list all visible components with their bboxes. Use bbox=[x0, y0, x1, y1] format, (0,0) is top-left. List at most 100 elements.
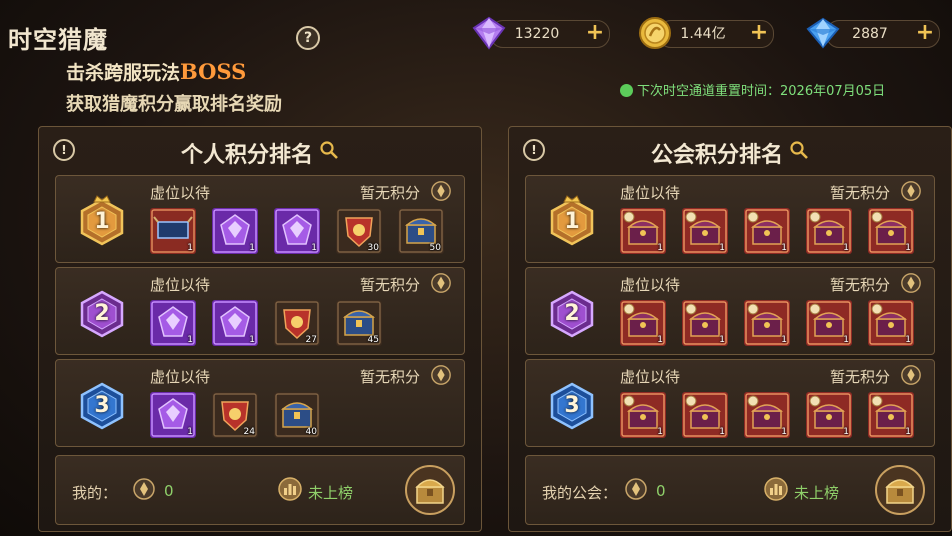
reward-item-red-chest-icon[interactable]: 1 bbox=[806, 208, 852, 254]
reward-item-purple-gem-icon[interactable]: 1 bbox=[212, 300, 258, 346]
currency-gold: 1.44亿 + bbox=[658, 20, 774, 48]
item-count: 1 bbox=[187, 243, 193, 253]
vacant-label: 虚位以待 bbox=[150, 276, 211, 294]
score-info-icon[interactable] bbox=[900, 180, 922, 202]
my-score-bar: 我的： 0 未上榜 bbox=[55, 455, 465, 525]
item-count: 1 bbox=[719, 243, 725, 253]
vacant-label: 虚位以待 bbox=[150, 184, 211, 202]
score-icon bbox=[132, 477, 156, 501]
rank-number: 1 bbox=[94, 209, 110, 234]
reward-item-purple-gem-icon[interactable]: 1 bbox=[150, 392, 196, 438]
reward-item-red-chest-icon[interactable]: 1 bbox=[620, 392, 666, 438]
item-count: 1 bbox=[187, 427, 193, 437]
reward-item-red-emblem-icon[interactable]: 30 bbox=[336, 208, 382, 254]
item-count: 1 bbox=[843, 335, 849, 345]
reward-item-blue-chest-icon[interactable]: 45 bbox=[336, 300, 382, 346]
rank-2-medal-icon: 2 bbox=[76, 286, 128, 340]
reward-item-blue-chest-icon[interactable]: 50 bbox=[398, 208, 444, 254]
reward-item-red-chest-icon[interactable]: 1 bbox=[744, 208, 790, 254]
rank-bars-icon bbox=[278, 477, 302, 501]
panel-title-text: 公会积分排名 bbox=[650, 143, 783, 168]
reward-item-red-chest-icon[interactable]: 1 bbox=[868, 208, 914, 254]
score-info-icon[interactable] bbox=[430, 272, 452, 294]
score-info-icon[interactable] bbox=[430, 364, 452, 386]
rank-number: 1 bbox=[564, 209, 580, 234]
reward-item-purple-gem-icon[interactable]: 1 bbox=[212, 208, 258, 254]
reward-item-red-chest-icon[interactable]: 1 bbox=[806, 300, 852, 346]
item-count: 1 bbox=[905, 243, 911, 253]
rank-row-1: 1 虚位以待 暂无积分 1 1 1 30 50 bbox=[55, 175, 465, 263]
score-info-icon[interactable] bbox=[900, 364, 922, 386]
no-score-label: 暂无积分 bbox=[359, 368, 420, 386]
gold-coin-icon bbox=[639, 17, 671, 49]
no-score-label: 暂无积分 bbox=[829, 368, 890, 386]
reward-item-wings-blue-icon[interactable]: 1 bbox=[150, 208, 196, 254]
reward-item-red-chest-icon[interactable]: 1 bbox=[620, 208, 666, 254]
panel-title: 个人积分排名 bbox=[39, 137, 481, 169]
item-count: 1 bbox=[843, 427, 849, 437]
no-score-label: 暂无积分 bbox=[359, 276, 420, 294]
my-label: 我的公会： bbox=[542, 484, 618, 502]
subtitle-line1-prefix: 击杀跨服玩法 bbox=[66, 62, 181, 84]
blue-diamond-icon bbox=[806, 17, 840, 49]
rank-status: 未上榜 bbox=[794, 484, 840, 502]
reward-chest-icon[interactable] bbox=[404, 464, 456, 516]
item-count: 40 bbox=[305, 427, 317, 437]
reward-item-red-chest-icon[interactable]: 1 bbox=[682, 208, 728, 254]
rank-bars-icon bbox=[764, 477, 788, 501]
rank-1-medal-icon: 1 bbox=[546, 194, 598, 248]
reward-item-red-emblem-icon[interactable]: 27 bbox=[274, 300, 320, 346]
reset-timer: 下次时空通道重置时间：2026年07月05日 bbox=[620, 80, 885, 99]
rank-1-medal-icon: 1 bbox=[76, 194, 128, 248]
reward-item-red-emblem-icon[interactable]: 24 bbox=[212, 392, 258, 438]
vacant-label: 虚位以待 bbox=[620, 184, 681, 202]
item-count: 1 bbox=[311, 243, 317, 253]
reward-item-red-chest-icon[interactable]: 1 bbox=[868, 300, 914, 346]
item-count: 50 bbox=[429, 243, 441, 253]
rank-row-2: 2 虚位以待 暂无积分 1 1 27 45 bbox=[55, 267, 465, 355]
reward-item-red-chest-icon[interactable]: 1 bbox=[620, 300, 666, 346]
item-count: 1 bbox=[249, 335, 255, 345]
reward-item-red-chest-icon[interactable]: 1 bbox=[806, 392, 852, 438]
item-count: 1 bbox=[249, 243, 255, 253]
rank-row-3: 3 虚位以待 暂无积分 1 1 1 1 1 bbox=[525, 359, 935, 447]
score-icon bbox=[624, 477, 648, 501]
reward-item-red-chest-icon[interactable]: 1 bbox=[744, 392, 790, 438]
currency-blue-diamond: 2887 + bbox=[826, 20, 940, 48]
item-count: 1 bbox=[657, 427, 663, 437]
item-count: 1 bbox=[187, 335, 193, 345]
item-count: 1 bbox=[781, 335, 787, 345]
subtitle-line1: 击杀跨服玩法BOSS bbox=[66, 58, 246, 85]
help-icon[interactable]: ? bbox=[296, 26, 320, 50]
reward-item-red-chest-icon[interactable]: 1 bbox=[682, 300, 728, 346]
panel-title-text: 个人积分排名 bbox=[180, 143, 313, 168]
search-icon[interactable] bbox=[319, 140, 339, 160]
score-info-icon[interactable] bbox=[430, 180, 452, 202]
item-count: 30 bbox=[367, 243, 379, 253]
guild-ranking-panel: ! 公会积分排名 1 虚位以待 暂无积分 1 1 1 1 1 2 虚位以待 暂无积分 1 1 1 1 1 3 虚位以待… bbox=[508, 126, 952, 532]
rank-number: 3 bbox=[94, 393, 110, 418]
clock-icon bbox=[620, 84, 633, 97]
reward-item-red-chest-icon[interactable]: 1 bbox=[682, 392, 728, 438]
my-score-value: 0 bbox=[164, 482, 174, 500]
reward-item-red-chest-icon[interactable]: 1 bbox=[744, 300, 790, 346]
add-gold-button[interactable]: + bbox=[749, 22, 769, 44]
purple-diamond-icon bbox=[472, 16, 506, 50]
reward-item-purple-gem-icon[interactable]: 1 bbox=[274, 208, 320, 254]
reward-chest-icon[interactable] bbox=[874, 464, 926, 516]
item-count: 1 bbox=[781, 427, 787, 437]
reward-item-red-chest-icon[interactable]: 1 bbox=[868, 392, 914, 438]
no-score-label: 暂无积分 bbox=[829, 276, 890, 294]
add-blue-diamond-button[interactable]: + bbox=[915, 22, 935, 44]
rank-row-1: 1 虚位以待 暂无积分 1 1 1 1 1 bbox=[525, 175, 935, 263]
panel-header: ! 个人积分排名 bbox=[39, 127, 481, 173]
search-icon[interactable] bbox=[789, 140, 809, 160]
score-info-icon[interactable] bbox=[900, 272, 922, 294]
item-count: 24 bbox=[243, 427, 255, 437]
reward-item-purple-gem-icon[interactable]: 1 bbox=[150, 300, 196, 346]
reset-text: 下次时空通道重置时间：2026年07月05日 bbox=[637, 84, 886, 99]
panel-header: ! 公会积分排名 bbox=[509, 127, 951, 173]
reward-item-blue-chest-icon[interactable]: 40 bbox=[274, 392, 320, 438]
subtitle-boss: BOSS bbox=[180, 59, 247, 84]
add-purple-diamond-button[interactable]: + bbox=[585, 22, 605, 44]
